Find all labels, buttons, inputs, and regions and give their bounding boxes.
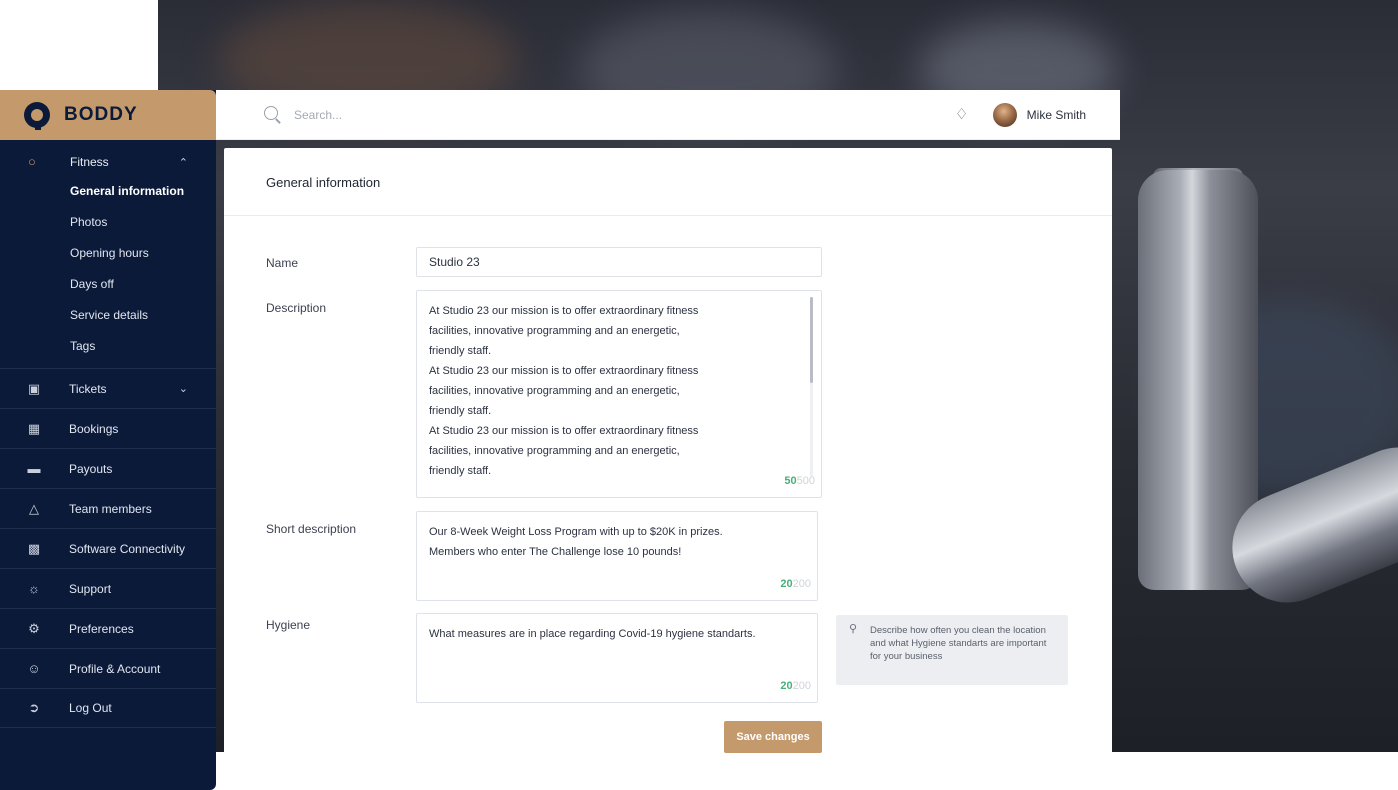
hygiene-tooltip: ⚲ Describe how often you clean the locat…: [836, 615, 1068, 685]
sidebar-item-label: Bookings: [69, 421, 119, 436]
team-icon: △: [29, 500, 39, 516]
hygiene-counter: 20200: [780, 680, 811, 692]
sidebar-item-team-members[interactable]: △ Team members: [0, 488, 216, 528]
description-scrollbar[interactable]: [810, 297, 813, 477]
description-counter: 50500: [784, 475, 815, 487]
sidebar-item-label: Preferences: [69, 621, 134, 636]
short-description-field[interactable]: Our 8-Week Weight Loss Program with up t…: [416, 511, 818, 601]
app-screen: BODDY ○ Fitness ⌃ General information Ph…: [0, 0, 1398, 790]
hygiene-tooltip-text: Describe how often you clean the locatio…: [870, 625, 1047, 662]
short-description-text: Our 8-Week Weight Loss Program with up t…: [429, 526, 723, 558]
sidebar-item-label: Team members: [69, 501, 152, 516]
sidebar-group-fitness: ○ Fitness ⌃ General information Photos O…: [0, 140, 216, 362]
search-icon: [264, 105, 282, 124]
brand-header[interactable]: BODDY: [0, 90, 216, 140]
magnifier-hint-icon: ⚲: [849, 623, 858, 635]
sidebar-item-label: Software Connectivity: [69, 541, 186, 556]
short-description-counter: 20200: [780, 578, 811, 590]
chevron-down-icon: ⌄: [178, 383, 188, 395]
description-field[interactable]: At Studio 23 our mission is to offer ext…: [416, 290, 822, 498]
sidebar-item-fitness[interactable]: ○ Fitness ⌃: [0, 150, 216, 174]
gear-icon: ⚙: [28, 620, 40, 636]
sidebar-subitem-photos[interactable]: Photos: [0, 207, 216, 238]
sidebar-subitem-general-information[interactable]: General information: [0, 176, 216, 207]
description-label: Description: [266, 301, 327, 315]
sidebar-item-label: Support: [69, 581, 112, 596]
sidebar-subitem-tags[interactable]: Tags: [0, 331, 216, 362]
name-label: Name: [266, 256, 299, 270]
sidebar-item-profile-account[interactable]: ☺ Profile & Account: [0, 648, 216, 688]
sidebar-subitem-service-details[interactable]: Service details: [0, 300, 216, 331]
hygiene-field[interactable]: What measures are in place regarding Cov…: [416, 613, 818, 703]
sidebar-subitem-days-off[interactable]: Days off: [0, 269, 216, 300]
sidebar: BODDY ○ Fitness ⌃ General information Ph…: [0, 90, 216, 790]
bell-icon[interactable]: ♢: [953, 106, 971, 124]
short-description-label: Short description: [266, 522, 357, 536]
chevron-up-icon: ⌃: [178, 156, 188, 169]
sidebar-item-preferences[interactable]: ⚙ Preferences: [0, 608, 216, 648]
brand-name: BODDY: [64, 104, 138, 125]
sidebar-item-label: Payouts: [69, 461, 113, 476]
sidebar-item-tickets[interactable]: ▣ Tickets ⌄: [0, 368, 216, 408]
sidebar-item-support[interactable]: ☼ Support: [0, 568, 216, 608]
avatar[interactable]: [992, 102, 1017, 127]
top-bar: ♢ Mike Smith: [216, 90, 1120, 140]
hygiene-label: Hygiene: [266, 618, 311, 632]
sidebar-item-label: Profile & Account: [69, 661, 161, 676]
calendar-icon: ▦: [27, 420, 41, 436]
description-text: At Studio 23 our mission is to offer ext…: [429, 305, 699, 477]
headset-icon: ☼: [28, 581, 40, 596]
cash-icon: ▬: [27, 461, 41, 476]
sidebar-item-label: Log Out: [69, 701, 112, 715]
general-information-panel: General information Name Studio 23 Descr…: [224, 148, 1112, 782]
boddy-logo-icon: [24, 102, 50, 130]
sidebar-item-software-connectivity[interactable]: ▩ Software Connectivity: [0, 528, 216, 568]
hygiene-text: What measures are in place regarding Cov…: [429, 628, 756, 640]
logout-icon: ➲: [28, 700, 40, 715]
user-name[interactable]: Mike Smith: [1027, 108, 1086, 122]
user-circle-icon: ☺: [27, 661, 41, 676]
sidebar-subitem-opening-hours[interactable]: Opening hours: [0, 238, 216, 269]
sidebar-item-payouts[interactable]: ▬ Payouts: [0, 448, 216, 488]
save-button[interactable]: Save changes: [724, 721, 822, 753]
sidebar-item-log-out[interactable]: ➲ Log Out: [0, 688, 216, 728]
name-field[interactable]: Studio 23: [416, 247, 822, 277]
dumbbell-icon: ○: [28, 154, 36, 169]
sidebar-item-label: Tickets: [69, 381, 107, 396]
monitor-icon: ▩: [27, 540, 41, 556]
sidebar-item-label: Fitness: [70, 155, 109, 169]
page-title: General information: [224, 148, 1112, 216]
sidebar-item-bookings[interactable]: ▦ Bookings: [0, 408, 216, 448]
search-input[interactable]: [294, 107, 594, 122]
ticket-icon: ▣: [27, 380, 41, 396]
